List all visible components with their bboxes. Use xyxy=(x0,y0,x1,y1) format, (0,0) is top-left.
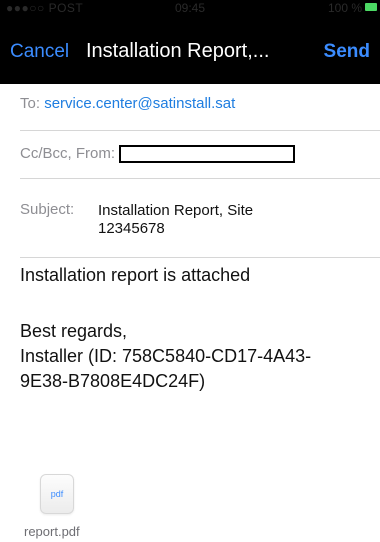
pdf-type-label: pdf xyxy=(50,489,64,499)
cancel-button[interactable]: Cancel xyxy=(10,41,69,63)
subject-line-1: Installation Report, Site xyxy=(98,202,254,219)
to-field[interactable]: To: service.center@satinstall.sat xyxy=(20,84,380,131)
body-line-4[interactable]: 9E38-B7808E4DC24F) xyxy=(20,369,370,394)
to-label: To: xyxy=(20,95,41,112)
subject-value[interactable]: Installation Report, Site 12345678 xyxy=(98,202,298,238)
body-line-2[interactable]: Best regards, xyxy=(20,319,370,344)
nav-bar: Cancel Installation Report,... Send xyxy=(0,16,380,84)
send-button[interactable]: Send xyxy=(324,41,370,63)
battery-percent: 100 % xyxy=(327,1,362,15)
battery-icon xyxy=(365,3,377,11)
cc-bcc-from-field[interactable]: Cc/Bcc, From: xyxy=(20,131,380,179)
pdf-file-icon[interactable]: pdf xyxy=(40,474,74,514)
subject-line-2: 12345678 xyxy=(98,220,165,237)
subject-label: Subject: xyxy=(20,201,75,218)
compose-title: Installation Report,... xyxy=(86,40,270,62)
to-recipient[interactable]: service.center@satinstall.sat xyxy=(44,95,235,112)
status-bar: ●●●○○ POST 09:45 100 % xyxy=(0,0,380,16)
cc-bcc-from-label: Cc/Bcc, From: xyxy=(20,145,116,162)
body-line-3[interactable]: Installer (ID: 758C5840-CD17-4A43- xyxy=(20,344,370,369)
from-redacted-box[interactable] xyxy=(119,145,296,164)
subject-field[interactable]: Subject: Installation Report, Site 12345… xyxy=(20,179,380,258)
body-line-1[interactable]: Installation report is attached xyxy=(20,263,370,288)
attachment-filename[interactable]: report.pdf xyxy=(24,524,80,539)
status-time: 09:45 xyxy=(174,1,206,15)
